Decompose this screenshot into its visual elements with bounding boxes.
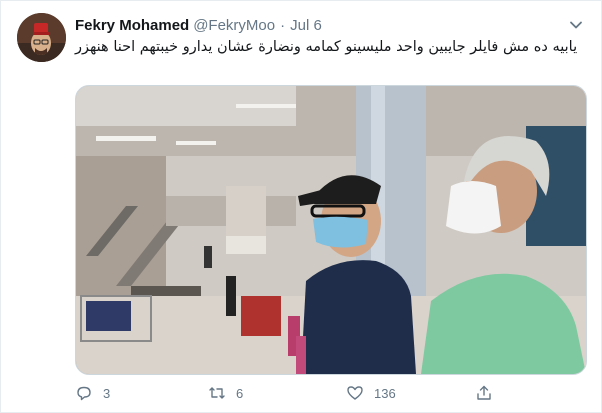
like-count: 136 (374, 385, 396, 401)
separator-dot: · (280, 16, 286, 34)
tweet-header: Fekry Mohamed @FekryMoo · Jul 6 (75, 15, 322, 35)
avatar-image (17, 13, 66, 62)
user-handle[interactable]: @FekryMoo (193, 17, 275, 34)
avatar[interactable] (17, 13, 66, 62)
share-icon (477, 385, 491, 400)
chevron-down-icon[interactable] (567, 16, 585, 34)
reply-count: 3 (103, 385, 111, 401)
tweet-date[interactable]: Jul 6 (290, 17, 322, 34)
airport-photo (76, 86, 586, 374)
reply-icon (77, 386, 91, 401)
retweet-action[interactable]: 6 (208, 381, 243, 405)
retweet-icon (209, 387, 225, 399)
share-action[interactable] (475, 381, 503, 405)
tweet-text: يابيه ده مش فايلر جايبين واحد مليسينو كم… (75, 39, 578, 55)
like-action[interactable]: 136 (346, 381, 396, 405)
heart-icon (347, 386, 363, 400)
tweet-photo[interactable] (75, 85, 587, 375)
retweet-count: 6 (236, 385, 244, 401)
tweet-actions: 3 6 136 (75, 381, 495, 405)
tweet-card[interactable]: Fekry Mohamed @FekryMoo · Jul 6 يابيه ده… (0, 0, 602, 413)
reply-action[interactable]: 3 (75, 381, 110, 405)
display-name[interactable]: Fekry Mohamed (75, 17, 189, 34)
